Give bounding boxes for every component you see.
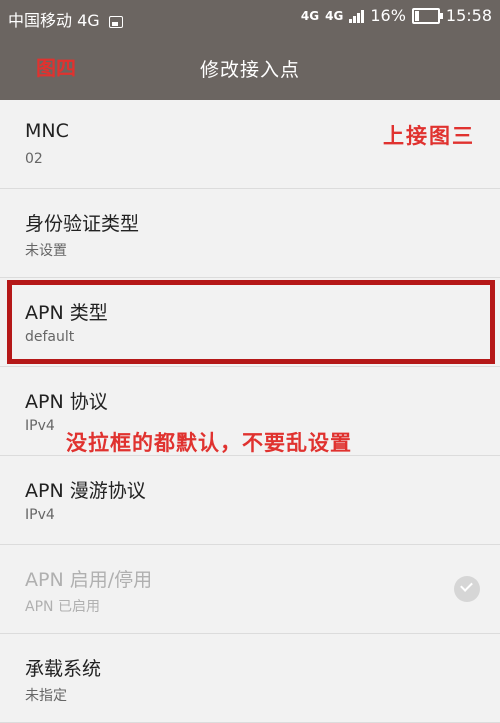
setting-value: 未指定 [25,688,67,704]
highlight-box [7,280,495,364]
carrier: 中国移动 4G [8,7,123,31]
signal-icon [349,9,365,23]
image-notification-icon [108,15,123,28]
apn-settings-list: MNC 02 身份验证类型 未设置 APN 类型 default APN 协议 … [0,100,500,723]
setting-value: APN 已启用 [25,599,100,615]
clock: 15:58 [445,6,492,25]
network-type-2: 4G [325,8,344,23]
setting-title: 身份验证类型 [25,213,140,235]
status-icons: 4G 4G 16% 15:58 [301,6,492,25]
battery-icon [411,7,443,24]
setting-value: 02 [25,151,43,167]
setting-title: 承载系统 [25,658,102,680]
setting-title: MNC [25,120,69,142]
setting-bearer[interactable]: 承载系统 未指定 [0,634,500,723]
setting-title: APN 协议 [25,391,108,413]
setting-title: APN 启用/停用 [25,569,153,591]
setting-value: 未设置 [25,243,67,259]
header: 中国移动 4G 4G 4G 16% 15:58 图四 修改接入点 [0,0,500,100]
setting-apn-enable[interactable]: APN 启用/停用 APN 已启用 [0,545,500,634]
setting-auth-type[interactable]: 身份验证类型 未设置 [0,189,500,278]
page-title: 修改接入点 [199,59,300,81]
status-bar: 中国移动 4G 4G 4G 16% 15:58 [0,0,500,34]
carrier-label: 中国移动 4G [8,11,100,30]
annotation-note-middle: 没拉框的都默认，不要乱设置 [66,430,352,455]
setting-apn-roaming-protocol[interactable]: APN 漫游协议 IPv4 [0,456,500,545]
checkmark-icon[interactable] [454,576,480,602]
setting-title: APN 漫游协议 [25,480,146,502]
network-type-1: 4G [300,8,320,23]
setting-value: IPv4 [25,507,55,523]
setting-value: IPv4 [25,418,55,434]
annotation-note-right: 上接图三 [383,123,475,148]
battery-percent: 16% [370,6,406,25]
